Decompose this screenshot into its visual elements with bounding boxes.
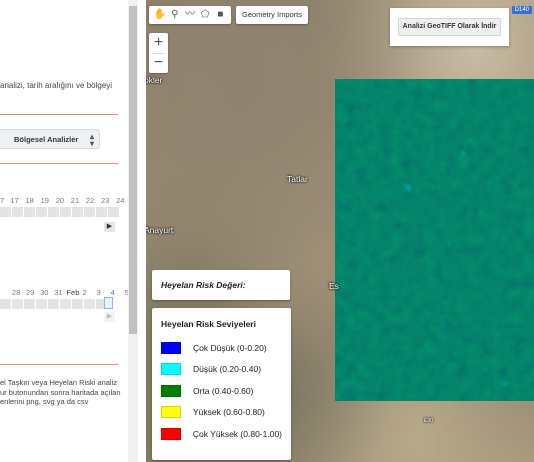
scrollbar-thumb[interactable] <box>129 6 137 334</box>
zoom-control: + − <box>149 33 168 73</box>
map-badge: D140 <box>511 6 532 14</box>
timeline-day-label: 5 <box>124 288 128 297</box>
polygon-icon[interactable]: ⬠ <box>199 8 211 22</box>
timeline-month-label: Feb <box>66 288 80 297</box>
timeline-track[interactable] <box>0 207 119 217</box>
analysis-type-select[interactable]: Bölgesel Analizler ▴ ▾ <box>0 129 100 149</box>
timeline-track[interactable] <box>0 299 107 309</box>
timeline-day-label: 4 <box>110 288 115 297</box>
divider <box>0 364 118 365</box>
divider <box>0 163 118 164</box>
legend-swatch <box>161 427 181 440</box>
legend-swatch <box>161 384 181 397</box>
rectangle-icon[interactable]: ■ <box>214 8 226 22</box>
legend-item: Düşük (0.20-0.40) <box>161 359 282 381</box>
timeline-day-label: 7 <box>0 196 5 205</box>
legend-item: Çok Düşük (0-0.20) <box>161 337 282 359</box>
help-line: enlerini png, svg ya da csv <box>0 397 89 406</box>
splitter[interactable] <box>138 0 146 462</box>
risk-legend: Heyelan Risk Seviyeleri Çok Düşük (0-0.2… <box>152 308 291 460</box>
legend-label: Çok Yüksek (0.80-1.00) <box>192 428 282 439</box>
timeline-cursor[interactable] <box>104 297 113 309</box>
divider <box>0 114 118 115</box>
line-icon[interactable]: 〰 <box>184 8 196 22</box>
marker-icon[interactable]: ⚲ <box>169 8 181 22</box>
legend-item: Çok Yüksek (0.80-1.00) <box>161 423 282 445</box>
drawing-tools: ✋ ⚲ 〰 ⬠ ■ <box>149 6 231 24</box>
hand-icon[interactable]: ✋ <box>154 8 166 22</box>
legend-item: Yüksek (0.60-0.80) <box>161 402 282 424</box>
risk-value-title: Heyelan Risk Değeri: <box>161 280 246 290</box>
place-label: ökler <box>146 75 163 85</box>
legend-label: Çok Düşük (0-0.20) <box>193 342 267 353</box>
help-line: ur butonundan sonra haritada açılan <box>0 387 121 397</box>
timeline-labels-bottom: 28 29 30 31 Feb 2 3 4 5 <box>0 288 128 297</box>
help-line: el Taşkın veya Heyelan Riski analiz <box>0 378 118 387</box>
timeline-day-label: 20 <box>55 196 65 205</box>
place-label: Anayurt <box>146 225 174 235</box>
legend-label: Orta (0.40-0.60) <box>193 385 254 396</box>
legend-swatch <box>161 341 181 354</box>
timeline-day-label: 17 <box>10 196 19 205</box>
timeline-day-label: 19 <box>40 196 49 205</box>
timeline-day-label: 2 <box>82 288 87 297</box>
legend-title: Heyelan Risk Seviyeleri <box>161 319 256 329</box>
heyelan-risk-layer <box>335 79 534 401</box>
place-label: Tatlar <box>287 174 308 184</box>
legend-label: Yüksek (0.60-0.80) <box>193 407 265 418</box>
legend-swatch <box>161 406 181 419</box>
panel-description: analizi, tarih aralığını ve bölgeyi <box>0 81 113 90</box>
help-text: el Taşkın veya Heyelan Riski analiz ur b… <box>0 378 121 407</box>
legend-label: Düşük (0.20-0.40) <box>193 364 262 375</box>
timeline-day-label: 30 <box>40 288 49 297</box>
road-label: E90 <box>424 418 433 424</box>
play-button[interactable]: ▶ <box>104 222 115 232</box>
left-panel: analizi, tarih aralığını ve bölgeyi Bölg… <box>0 0 128 462</box>
timeline-day-label: 29 <box>26 288 35 297</box>
download-geotiff-button[interactable]: Analizi GeoTIFF Olarak İndir <box>398 18 501 36</box>
select-arrows-icon: ▴ ▾ <box>89 132 94 148</box>
play-button[interactable]: ▶ <box>104 312 115 322</box>
timeline-day-label: 21 <box>70 196 80 205</box>
geometry-imports-button[interactable]: Geometry Imports <box>236 6 308 24</box>
timeline-day-label: 3 <box>96 288 101 297</box>
timeline-day-label: 31 <box>54 288 63 297</box>
timeline-day-label: 24 <box>116 196 125 205</box>
timeline-day-label: 28 <box>11 288 21 297</box>
legend-swatch <box>161 363 181 376</box>
place-label: Es <box>329 281 339 291</box>
zoom-in-button[interactable]: + <box>149 33 168 53</box>
timeline-day-label: 18 <box>25 196 34 205</box>
download-panel: Analizi GeoTIFF Olarak İndir <box>390 8 509 46</box>
timeline-labels-top: 7 17 18 19 20 21 22 23 24 25 <box>0 196 128 205</box>
timeline-day-label: 22 <box>85 196 95 205</box>
panel-scrollbar[interactable] <box>128 0 138 462</box>
timeline-day-label: 23 <box>100 196 110 205</box>
risk-value-panel: Heyelan Risk Değeri: <box>152 270 290 300</box>
analysis-type-value: Bölgesel Analizler <box>14 135 79 144</box>
legend-item: Orta (0.40-0.60) <box>161 380 282 402</box>
zoom-out-button[interactable]: − <box>149 53 168 73</box>
map-view[interactable]: ökler Tatlar Anayurt Es E90 ✋ ⚲ 〰 ⬠ ■ Ge… <box>146 0 534 462</box>
